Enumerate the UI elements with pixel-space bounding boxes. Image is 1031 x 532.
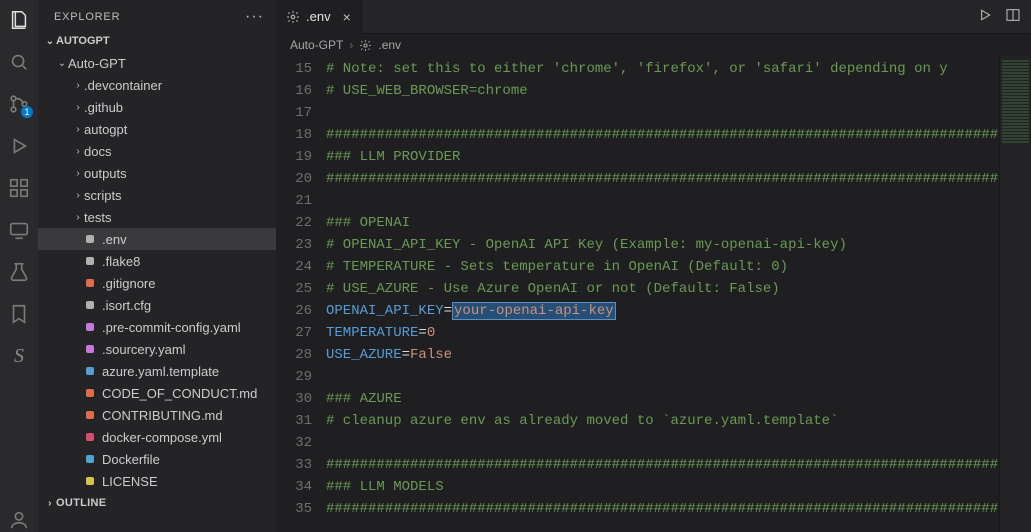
activity-bar: 1 S [0, 0, 38, 532]
explorer-title: EXPLORER [54, 11, 120, 23]
breadcrumb[interactable]: Auto-GPT › .env [276, 34, 1031, 56]
folder-row[interactable]: ›docs [38, 140, 276, 162]
files-icon[interactable] [7, 8, 31, 32]
outline-section[interactable]: › OUTLINE [38, 492, 276, 514]
file-row[interactable]: .env [38, 228, 276, 250]
file-icon [82, 275, 98, 291]
gear-icon [286, 10, 300, 24]
folder-row[interactable]: ›autogpt [38, 118, 276, 140]
chevron-right-icon: › [44, 498, 56, 509]
breadcrumb-part: Auto-GPT [290, 38, 343, 52]
code-editor[interactable]: 1516171819202122232425262728293031323334… [276, 56, 1031, 532]
explorer-more-icon[interactable]: ··· [245, 8, 264, 26]
folder-row[interactable]: ›outputs [38, 162, 276, 184]
bookmark-icon[interactable] [7, 302, 31, 326]
extensions-icon[interactable] [7, 176, 31, 200]
chevron-right-icon: › [72, 212, 84, 223]
file-icon [82, 231, 98, 247]
file-icon [82, 407, 98, 423]
chevron-right-icon: › [72, 168, 84, 179]
folder-row[interactable]: ⌄ Auto-GPT [38, 52, 276, 74]
folder-row[interactable]: ›scripts [38, 184, 276, 206]
file-icon [82, 451, 98, 467]
file-row[interactable]: .flake8 [38, 250, 276, 272]
chevron-right-icon: › [72, 190, 84, 201]
editor-tools [977, 7, 1031, 26]
testing-icon[interactable] [7, 260, 31, 284]
file-icon [82, 297, 98, 313]
file-tree: ⌄ AUTOGPT ⌄ Auto-GPT ›.devcontainer›.git… [38, 30, 276, 532]
file-icon [82, 385, 98, 401]
file-row[interactable]: CONTRIBUTING.md [38, 404, 276, 426]
folder-row[interactable]: ›.devcontainer [38, 74, 276, 96]
code-content[interactable]: # Note: set this to either 'chrome', 'fi… [326, 56, 999, 532]
file-row[interactable]: LICENSE [38, 470, 276, 492]
minimap[interactable] [999, 56, 1031, 532]
explorer-sidebar: EXPLORER ··· ⌄ AUTOGPT ⌄ Auto-GPT ›.devc… [38, 0, 276, 532]
accounts-icon[interactable] [7, 508, 31, 532]
search-icon[interactable] [7, 50, 31, 74]
file-icon [82, 319, 98, 335]
remote-icon[interactable] [7, 218, 31, 242]
folder-row[interactable]: ›.github [38, 96, 276, 118]
letter-s-icon[interactable]: S [7, 344, 31, 368]
file-icon [82, 253, 98, 269]
line-gutter: 1516171819202122232425262728293031323334… [276, 56, 326, 532]
workspace-root[interactable]: ⌄ AUTOGPT [38, 30, 276, 52]
tab-bar: .env × [276, 0, 1031, 34]
file-row[interactable]: Dockerfile [38, 448, 276, 470]
tab-env[interactable]: .env × [276, 0, 362, 34]
editor-area: .env × Auto-GPT › .env 15161718192021222… [276, 0, 1031, 532]
file-row[interactable]: docker-compose.yml [38, 426, 276, 448]
close-icon[interactable]: × [337, 9, 351, 25]
file-icon [82, 363, 98, 379]
explorer-header: EXPLORER ··· [38, 0, 276, 30]
file-icon [82, 473, 98, 489]
breadcrumb-part: .env [378, 38, 401, 52]
chevron-down-icon: ⌄ [56, 58, 68, 69]
file-icon [82, 341, 98, 357]
outline-label: OUTLINE [56, 497, 106, 509]
chevron-right-icon: › [72, 124, 84, 135]
file-row[interactable]: .isort.cfg [38, 294, 276, 316]
file-row[interactable]: CODE_OF_CONDUCT.md [38, 382, 276, 404]
scm-badge: 1 [21, 106, 33, 118]
file-row[interactable]: azure.yaml.template [38, 360, 276, 382]
split-editor-icon[interactable] [1005, 7, 1021, 26]
chevron-right-icon: › [349, 38, 353, 52]
file-row[interactable]: .gitignore [38, 272, 276, 294]
run-debug-icon[interactable] [7, 134, 31, 158]
file-row[interactable]: .pre-commit-config.yaml [38, 316, 276, 338]
run-icon[interactable] [977, 7, 993, 26]
chevron-down-icon: ⌄ [44, 36, 56, 47]
gear-icon [359, 39, 372, 52]
chevron-right-icon: › [72, 102, 84, 113]
tab-label: .env [306, 9, 331, 24]
chevron-right-icon: › [72, 80, 84, 91]
source-control-icon[interactable]: 1 [7, 92, 31, 116]
file-row[interactable]: .sourcery.yaml [38, 338, 276, 360]
chevron-right-icon: › [72, 146, 84, 157]
folder-row[interactable]: ›tests [38, 206, 276, 228]
file-icon [82, 429, 98, 445]
